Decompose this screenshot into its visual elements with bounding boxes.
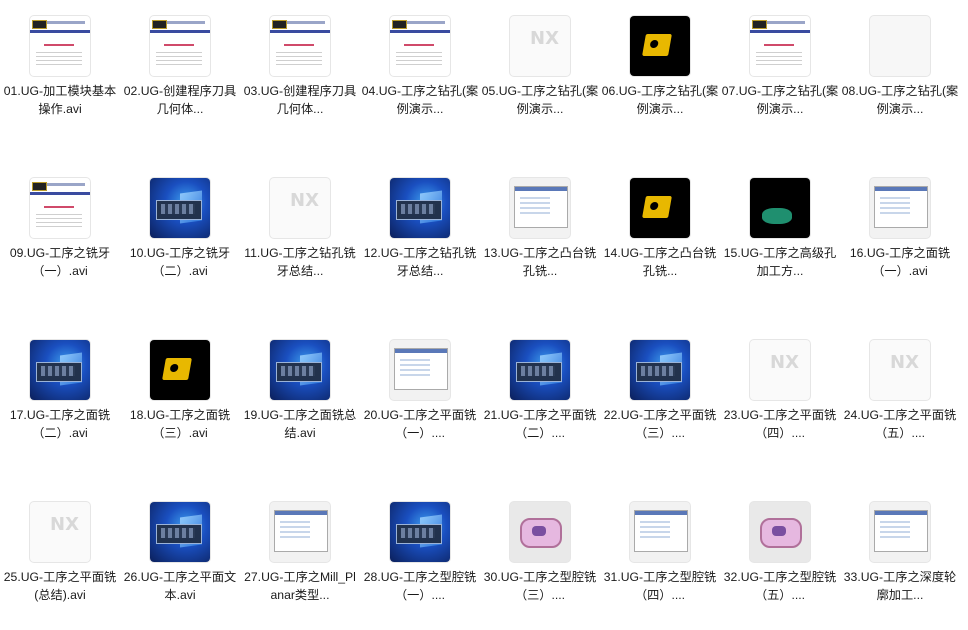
file-item[interactable]: 12.UG-工序之钻孔铣牙总结... [360,162,480,324]
video-thumbnail [750,16,810,76]
file-item[interactable]: 14.UG-工序之凸台铣孔铣... [600,162,720,324]
file-name-label: 19.UG-工序之面铣总结.avi [243,408,357,440]
video-thumbnail: NX [870,340,930,400]
file-name-label: 06.UG-工序之钻孔(案例演示... [601,84,719,116]
file-item[interactable]: 26.UG-工序之平面文本.avi [120,486,240,630]
file-item[interactable]: 03.UG-创建程序刀具几何体... [240,0,360,162]
video-thumbnail [870,16,930,76]
file-item[interactable]: 22.UG-工序之平面铣（三）.... [600,324,720,486]
video-thumbnail: NX [30,502,90,562]
file-name-label: 12.UG-工序之钻孔铣牙总结... [363,246,477,278]
file-name-label: 27.UG-工序之Mill_Planar类型... [244,570,356,602]
file-name-label: 23.UG-工序之平面铣（四）.... [723,408,837,440]
video-thumbnail [630,340,690,400]
file-item[interactable]: 02.UG-创建程序刀具几何体... [120,0,240,162]
file-name-label: 33.UG-工序之深度轮廓加工... [843,570,957,602]
file-name-label: 10.UG-工序之铣牙（二）.avi [129,246,231,278]
file-name-label: 31.UG-工序之型腔铣（四）.... [603,570,717,602]
file-item[interactable]: NX 25.UG-工序之平面铣(总结).avi [0,486,120,630]
file-name-label: 32.UG-工序之型腔铣（五）.... [723,570,837,602]
file-name-label: 28.UG-工序之型腔铣（一）.... [363,570,477,602]
file-item[interactable]: 18.UG-工序之面铣（三）.avi [120,324,240,486]
file-item[interactable]: 31.UG-工序之型腔铣（四）.... [600,486,720,630]
video-thumbnail [390,16,450,76]
video-thumbnail [630,16,690,76]
video-thumbnail [390,502,450,562]
video-thumbnail [270,340,330,400]
video-thumbnail [630,178,690,238]
file-item[interactable]: 01.UG-加工模块基本操作.avi [0,0,120,162]
file-name-label: 14.UG-工序之凸台铣孔铣... [603,246,717,278]
file-item[interactable]: 32.UG-工序之型腔铣（五）.... [720,486,840,630]
video-thumbnail [390,340,450,400]
file-name-label: 25.UG-工序之平面铣(总结).avi [3,570,117,602]
file-item[interactable]: 16.UG-工序之面铣（一）.avi [840,162,960,324]
file-name-label: 04.UG-工序之钻孔(案例演示... [361,84,479,116]
video-thumbnail [30,178,90,238]
file-name-label: 13.UG-工序之凸台铣孔铣... [483,246,597,278]
file-item[interactable]: 33.UG-工序之深度轮廓加工... [840,486,960,630]
file-name-label: 08.UG-工序之钻孔(案例演示... [841,84,959,116]
video-thumbnail [750,178,810,238]
file-name-label: 18.UG-工序之面铣（三）.avi [129,408,231,440]
file-name-label: 11.UG-工序之钻孔铣牙总结... [244,246,356,278]
file-item[interactable]: 20.UG-工序之平面铣（一）.... [360,324,480,486]
video-thumbnail [150,340,210,400]
file-name-label: 15.UG-工序之高级孔加工方... [723,246,837,278]
file-item[interactable]: 19.UG-工序之面铣总结.avi [240,324,360,486]
video-thumbnail [510,340,570,400]
file-item[interactable]: 08.UG-工序之钻孔(案例演示... [840,0,960,162]
file-grid: 01.UG-加工模块基本操作.avi 02.UG-创建程序刀具几何体... 03.U… [0,0,968,630]
file-name-label: 24.UG-工序之平面铣（五）.... [843,408,957,440]
video-thumbnail [750,502,810,562]
file-item[interactable]: NX 11.UG-工序之钻孔铣牙总结... [240,162,360,324]
file-name-label: 26.UG-工序之平面文本.avi [123,570,237,602]
video-thumbnail [270,16,330,76]
file-item[interactable]: 10.UG-工序之铣牙（二）.avi [120,162,240,324]
file-item[interactable]: 15.UG-工序之高级孔加工方... [720,162,840,324]
file-item[interactable]: 07.UG-工序之钻孔(案例演示... [720,0,840,162]
video-thumbnail [30,340,90,400]
video-thumbnail [150,16,210,76]
video-thumbnail [870,502,930,562]
file-item[interactable]: NX 05.UG-工序之钻孔(案例演示... [480,0,600,162]
video-thumbnail [150,178,210,238]
file-item[interactable]: NX 23.UG-工序之平面铣（四）.... [720,324,840,486]
file-item[interactable]: 17.UG-工序之面铣（二）.avi [0,324,120,486]
file-name-label: 22.UG-工序之平面铣（三）.... [603,408,717,440]
video-thumbnail [390,178,450,238]
file-item[interactable]: 04.UG-工序之钻孔(案例演示... [360,0,480,162]
video-thumbnail [150,502,210,562]
file-name-label: 21.UG-工序之平面铣（二）.... [483,408,597,440]
file-name-label: 30.UG-工序之型腔铣（三）.... [483,570,597,602]
file-name-label: 02.UG-创建程序刀具几何体... [123,84,237,116]
file-name-label: 09.UG-工序之铣牙（一）.avi [9,246,111,278]
file-name-label: 20.UG-工序之平面铣（一）.... [363,408,477,440]
file-item[interactable]: 06.UG-工序之钻孔(案例演示... [600,0,720,162]
video-thumbnail [270,502,330,562]
file-item[interactable]: 21.UG-工序之平面铣（二）.... [480,324,600,486]
video-thumbnail [630,502,690,562]
video-thumbnail [510,502,570,562]
file-item[interactable]: 28.UG-工序之型腔铣（一）.... [360,486,480,630]
video-thumbnail [30,16,90,76]
file-item[interactable]: 27.UG-工序之Mill_Planar类型... [240,486,360,630]
video-thumbnail: NX [750,340,810,400]
file-name-label: 03.UG-创建程序刀具几何体... [243,84,357,116]
file-item[interactable]: 09.UG-工序之铣牙（一）.avi [0,162,120,324]
file-name-label: 01.UG-加工模块基本操作.avi [3,84,117,116]
file-name-label: 16.UG-工序之面铣（一）.avi [849,246,951,278]
file-name-label: 17.UG-工序之面铣（二）.avi [9,408,111,440]
file-item[interactable]: NX 24.UG-工序之平面铣（五）.... [840,324,960,486]
video-thumbnail [870,178,930,238]
video-thumbnail: NX [510,16,570,76]
video-thumbnail: NX [270,178,330,238]
file-name-label: 05.UG-工序之钻孔(案例演示... [481,84,599,116]
file-item[interactable]: 13.UG-工序之凸台铣孔铣... [480,162,600,324]
file-item[interactable]: 30.UG-工序之型腔铣（三）.... [480,486,600,630]
file-name-label: 07.UG-工序之钻孔(案例演示... [721,84,839,116]
video-thumbnail [510,178,570,238]
